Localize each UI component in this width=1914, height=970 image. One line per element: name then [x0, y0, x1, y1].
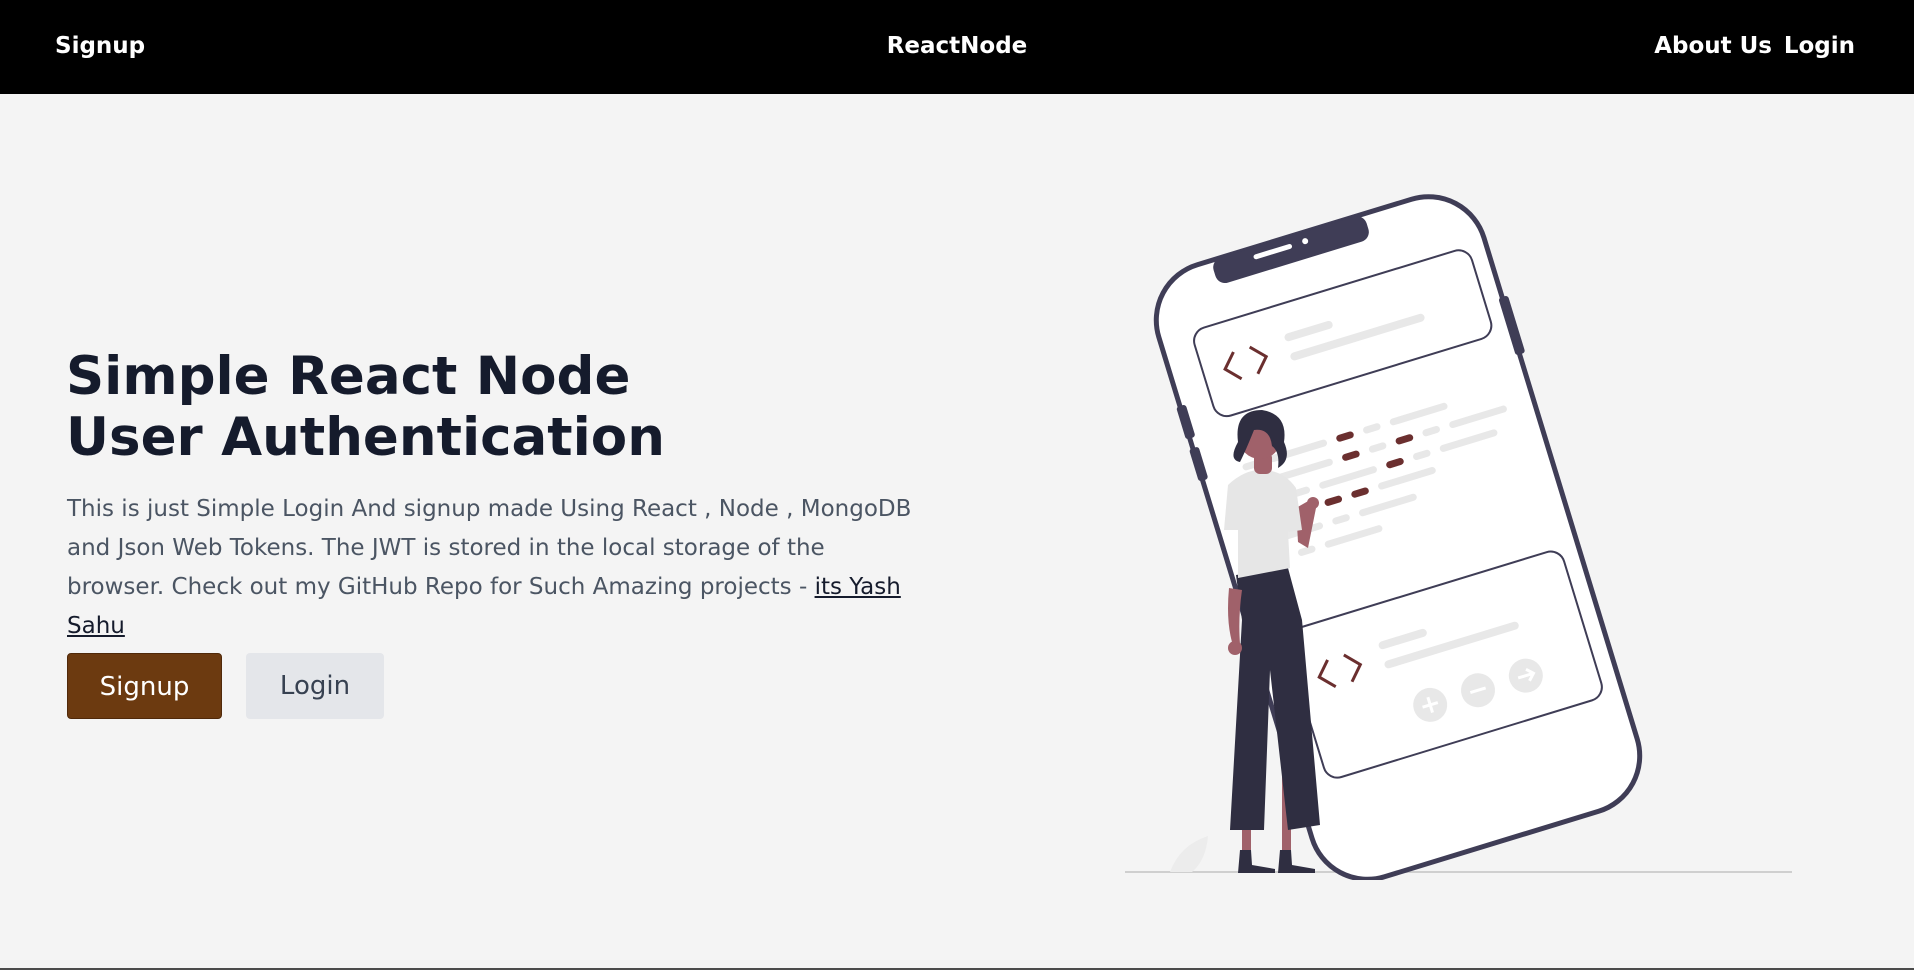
description-text: This is just Simple Login And signup mad… — [67, 496, 912, 600]
nav-signup-link[interactable]: Signup — [55, 33, 145, 59]
nav-login-link[interactable]: Login — [1784, 33, 1855, 59]
plant-shape — [1170, 836, 1208, 872]
page-title: Simple React Node User Authentication — [66, 346, 665, 468]
signup-button[interactable]: Signup — [67, 653, 222, 719]
left-shoe — [1238, 850, 1275, 873]
authentication-illustration — [1125, 194, 1792, 880]
login-button[interactable]: Login — [246, 653, 384, 719]
phone-illustration — [1153, 194, 1643, 880]
hero-description: This is just Simple Login And signup mad… — [67, 490, 917, 646]
right-shoe — [1278, 850, 1315, 873]
navbar: Signup ReactNode About Us Login — [0, 0, 1914, 94]
title-line-1: Simple React Node — [66, 346, 631, 407]
nav-about-link[interactable]: About Us — [1654, 33, 1772, 59]
title-line-2: User Authentication — [66, 407, 665, 468]
brand-logo[interactable]: ReactNode — [887, 33, 1028, 59]
